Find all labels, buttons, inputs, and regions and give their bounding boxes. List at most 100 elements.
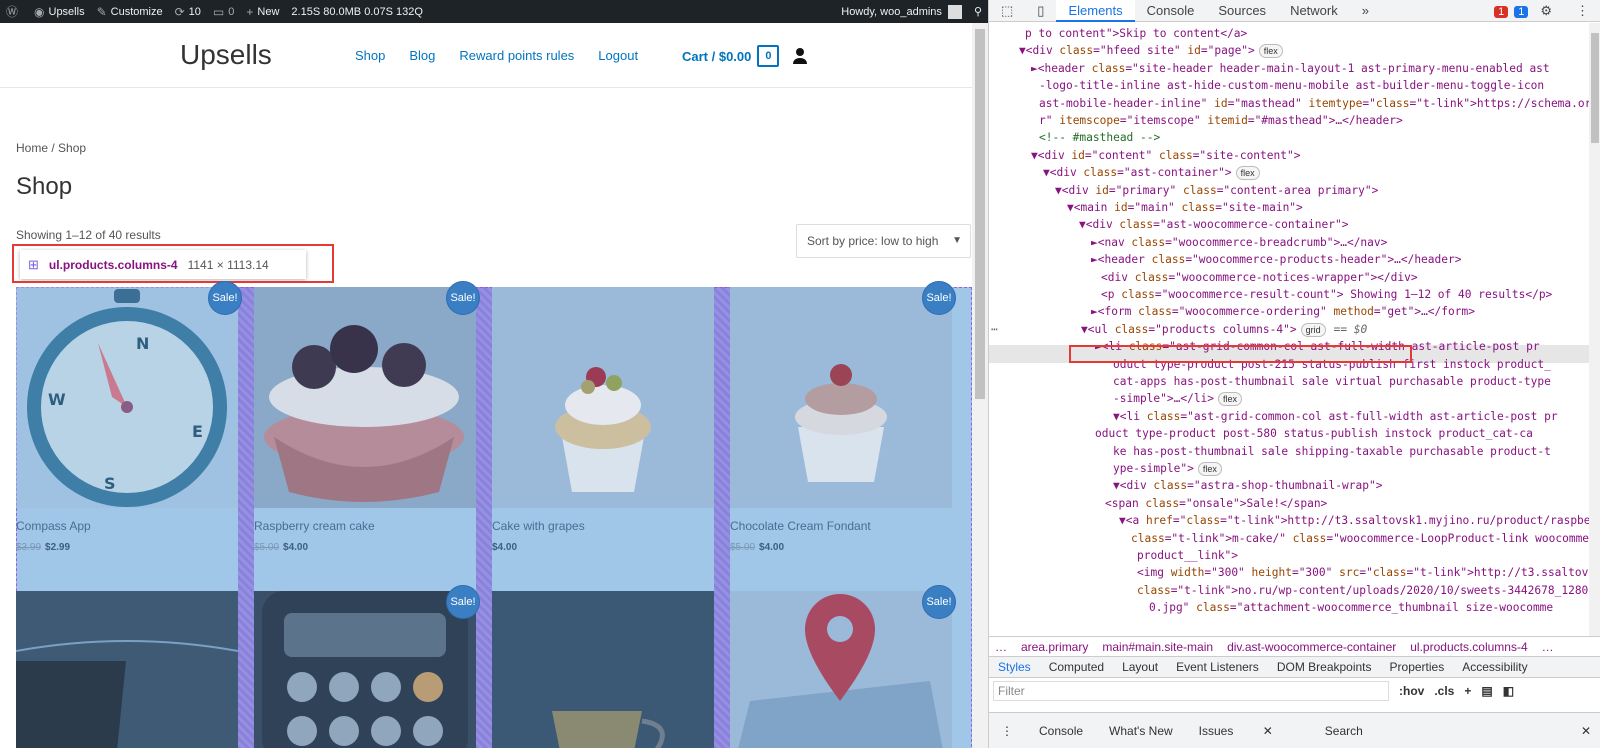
- dom-node-line[interactable]: ▼<ul class="products columns-4"> grid == $…: [1081, 321, 1367, 339]
- dom-node-line[interactable]: ▼<div class="hfeed site" id="page"> flex: [1019, 42, 1283, 60]
- crumb-ul-products[interactable]: ul.products.columns-4: [1410, 640, 1527, 654]
- dom-node-line[interactable]: oduct type-product post-215 status-publi…: [1113, 356, 1551, 374]
- admin-site-name[interactable]: ◉ Upsells: [28, 0, 91, 23]
- product-card[interactable]: [254, 287, 480, 508]
- product-thumbnail[interactable]: [254, 287, 480, 508]
- cart-link[interactable]: Cart / $0.00 0: [682, 45, 780, 67]
- message-counter[interactable]: 1: [1508, 3, 1529, 18]
- new-rule-button[interactable]: +: [1464, 684, 1471, 698]
- more-tabs-button[interactable]: »: [1350, 0, 1381, 22]
- tab-sources[interactable]: Sources: [1206, 0, 1278, 22]
- flex-badge[interactable]: flex: [1218, 392, 1243, 407]
- scrollbar-thumb[interactable]: [975, 29, 985, 399]
- dom-node-line[interactable]: <img width="300" height="300" src="class…: [1137, 564, 1589, 582]
- user-icon[interactable]: [792, 47, 808, 65]
- dom-node-line[interactable]: ast-mobile-header-inline" id="masthead" …: [1039, 95, 1589, 113]
- inspect-element-icon[interactable]: ⬚: [989, 0, 1025, 22]
- dom-node-line[interactable]: -logo-title-inline ast-hide-custom-menu-…: [1039, 77, 1544, 95]
- dom-node-line[interactable]: ▼<main id="main" class="site-main">: [1067, 199, 1303, 217]
- dom-node-line[interactable]: <p class="woocommerce-result-count"> Sho…: [1101, 286, 1552, 304]
- tab-network[interactable]: Network: [1278, 0, 1350, 22]
- product-card[interactable]: [254, 591, 480, 748]
- flex-badge[interactable]: flex: [1258, 44, 1283, 59]
- crumb-more[interactable]: …: [1542, 640, 1554, 654]
- dom-node-line[interactable]: ▼<div id="primary" class="content-area p…: [1055, 182, 1378, 200]
- crumb-ast-container[interactable]: div.ast-woocommerce-container: [1227, 640, 1396, 654]
- cls-button[interactable]: .cls: [1434, 684, 1454, 698]
- crumb-area-primary[interactable]: area.primary: [1021, 640, 1088, 654]
- grid-badge[interactable]: grid: [1300, 322, 1326, 337]
- dom-node-line[interactable]: ▼<div id="content" class="site-content">: [1031, 147, 1300, 165]
- crumb-ellipsis[interactable]: …: [995, 640, 1007, 654]
- crumb-main[interactable]: main#main.site-main: [1102, 640, 1213, 654]
- product-card[interactable]: N W E S: [16, 287, 242, 508]
- nav-reward-points[interactable]: Reward points rules: [459, 48, 574, 63]
- tab-computed[interactable]: Computed: [1040, 660, 1113, 674]
- dom-node-line[interactable]: r" itemscope="itemscope" itemid="#masthe…: [1039, 112, 1403, 130]
- sidebar-toggle-icon[interactable]: ◧: [1503, 684, 1514, 698]
- product-thumbnail[interactable]: [730, 287, 956, 508]
- tab-elements[interactable]: Elements: [1056, 0, 1135, 22]
- product-title[interactable]: Compass App: [16, 519, 91, 533]
- kebab-menu-icon[interactable]: ⋮: [1564, 0, 1600, 22]
- dom-node-line[interactable]: <div class="woocommerce-notices-wrapper"…: [1101, 269, 1418, 287]
- dom-node-line[interactable]: -simple">…</li> flex: [1113, 390, 1243, 408]
- dom-node-line[interactable]: ►<nav class="woocommerce-breadcrumb">…</…: [1091, 234, 1387, 252]
- tab-console[interactable]: Console: [1135, 0, 1207, 22]
- dom-node-line[interactable]: oduct type-product post-580 status-publi…: [1095, 425, 1533, 443]
- product-card[interactable]: [730, 287, 956, 508]
- drawer-tab-console[interactable]: Console: [1039, 724, 1083, 738]
- dom-node-line[interactable]: ▼<div class="astra-shop-thumbnail-wrap">: [1113, 477, 1382, 495]
- dom-node-line[interactable]: ►<li class="ast-grid-common-col ast-full…: [1095, 338, 1540, 356]
- dom-node-line[interactable]: class="t-link">no.ru/wp-content/uploads/…: [1137, 582, 1589, 600]
- device-toolbar-icon[interactable]: ▯: [1025, 0, 1056, 22]
- dom-node-line[interactable]: ►<header class="site-header header-main-…: [1031, 60, 1550, 78]
- drawer-tab-issues[interactable]: Issues ✕: [1199, 724, 1299, 738]
- tab-properties[interactable]: Properties: [1381, 660, 1454, 674]
- product-card[interactable]: [492, 287, 718, 508]
- node-options-icon[interactable]: ⋯: [991, 321, 998, 339]
- flex-badge[interactable]: flex: [1197, 462, 1222, 476]
- site-logo[interactable]: Upsells: [180, 39, 272, 71]
- product-card[interactable]: [730, 591, 956, 748]
- scrollbar-thumb[interactable]: [1591, 33, 1599, 143]
- close-drawer-icon[interactable]: ✕: [1581, 724, 1591, 738]
- drawer-tab-search[interactable]: Search: [1325, 724, 1363, 738]
- admin-search[interactable]: ⚲: [968, 0, 988, 23]
- dom-node-line[interactable]: ►<header class="woocommerce-products-hea…: [1091, 251, 1461, 269]
- sort-select[interactable]: Sort by price: low to high ▼: [796, 224, 971, 258]
- dom-node-line[interactable]: ▼<a href="class="t-link">http://t3.ssalt…: [1119, 512, 1589, 530]
- tab-event-listeners[interactable]: Event Listeners: [1167, 660, 1268, 674]
- dom-node-line[interactable]: product__link">: [1137, 547, 1238, 565]
- nav-blog[interactable]: Blog: [409, 48, 435, 63]
- product-card[interactable]: [15, 591, 242, 748]
- hov-button[interactable]: :hov: [1399, 684, 1424, 698]
- dom-node-line[interactable]: p to content">Skip to content</a>: [1025, 25, 1247, 43]
- styles-filter-input[interactable]: Filter: [993, 681, 1389, 701]
- flex-badge[interactable]: flex: [1235, 166, 1260, 181]
- error-counter[interactable]: 1: [1488, 3, 1509, 18]
- close-icon[interactable]: ✕: [1263, 724, 1273, 738]
- dom-tree[interactable]: p to content">Skip to content</a> ▼<div c…: [989, 23, 1589, 636]
- drawer-menu-icon[interactable]: ⋮: [1001, 724, 1013, 738]
- wp-logo-icon[interactable]: Ⓦ: [0, 0, 28, 23]
- dom-node-line[interactable]: 0.jpg" class="attachment-woocommerce_thu…: [1149, 599, 1553, 617]
- tab-layout[interactable]: Layout: [1113, 660, 1167, 674]
- dom-node-line[interactable]: <span class="onsale">Sale!</span>: [1105, 495, 1327, 513]
- nav-logout[interactable]: Logout: [598, 48, 638, 63]
- product-card[interactable]: [492, 591, 718, 748]
- dom-node-line[interactable]: ke has-post-thumbnail sale shipping-taxa…: [1113, 443, 1551, 461]
- tab-dom-breakpoints[interactable]: DOM Breakpoints: [1268, 660, 1381, 674]
- gear-icon[interactable]: ⚙: [1528, 0, 1564, 22]
- admin-customize[interactable]: ✎ Customize: [91, 0, 169, 23]
- dom-scrollbar[interactable]: [1589, 23, 1600, 636]
- product-title[interactable]: Raspberry cream cake: [254, 519, 375, 533]
- dom-node-line[interactable]: ▼<li class="ast-grid-common-col ast-full…: [1113, 408, 1558, 426]
- dom-node-line[interactable]: cat-apps has-post-thumbnail sale virtual…: [1113, 373, 1551, 391]
- admin-account[interactable]: Howdy, woo_admins: [835, 0, 968, 23]
- query-monitor-stats[interactable]: 2.15S 80.0MB 0.07S 132Q: [285, 0, 428, 23]
- product-title[interactable]: Cake with grapes: [492, 519, 585, 533]
- admin-new[interactable]: + New: [240, 0, 285, 23]
- dom-node-line[interactable]: class="t-link">m-cake/" class="woocommer…: [1131, 530, 1589, 548]
- dom-node-line[interactable]: ype-simple"> flex: [1113, 460, 1222, 478]
